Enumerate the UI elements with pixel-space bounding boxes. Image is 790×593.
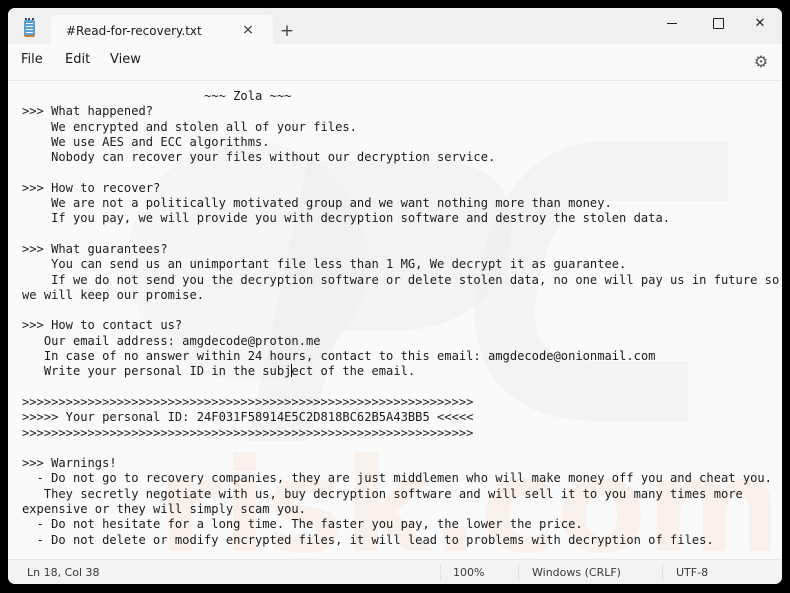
status-divider — [440, 564, 441, 581]
notepad-app-icon — [24, 18, 35, 37]
status-bar: Ln 18, Col 38 100% Windows (CRLF) UTF-8 — [8, 559, 782, 584]
status-divider — [518, 564, 519, 581]
settings-gear-icon[interactable]: ⚙ — [751, 52, 771, 72]
text-after-caret: ect of the email. >>>>>>>>>>>>>>>>>>>>>>… — [22, 364, 772, 547]
minimize-icon — [667, 23, 677, 24]
line-ending[interactable]: Windows (CRLF) — [532, 566, 621, 579]
maximize-icon — [712, 18, 724, 29]
text-before-caret: ~~~ Zola ~~~ >>> What happened? We encry… — [22, 89, 780, 379]
title-bar: #Read-for-recovery.txt × + ✕ — [8, 8, 782, 44]
close-icon: ✕ — [754, 16, 766, 31]
menu-bar: File Edit View ⚙ — [8, 44, 782, 81]
minimize-button[interactable] — [650, 8, 694, 40]
menu-edit[interactable]: Edit — [65, 52, 90, 67]
tab-title: #Read-for-recovery.txt — [66, 24, 202, 38]
notepad-window: #Read-for-recovery.txt × + ✕ File Edit V… — [8, 8, 782, 584]
maximize-button[interactable] — [696, 8, 740, 40]
new-tab-plus-icon[interactable]: + — [277, 21, 297, 41]
tab-read-for-recovery[interactable]: #Read-for-recovery.txt × — [51, 15, 273, 44]
text-editor[interactable]: risk.com ~~~ Zola ~~~ >>> What happened?… — [8, 81, 782, 559]
encoding[interactable]: UTF-8 — [676, 566, 708, 579]
menu-view[interactable]: View — [110, 52, 141, 67]
tab-close-icon[interactable]: × — [239, 21, 257, 39]
document-text[interactable]: ~~~ Zola ~~~ >>> What happened? We encry… — [22, 89, 779, 548]
menu-file[interactable]: File — [21, 52, 43, 67]
cursor-position[interactable]: Ln 18, Col 38 — [27, 566, 100, 579]
zoom-level[interactable]: 100% — [453, 566, 484, 579]
close-window-button[interactable]: ✕ — [738, 8, 782, 40]
status-divider — [662, 564, 663, 581]
